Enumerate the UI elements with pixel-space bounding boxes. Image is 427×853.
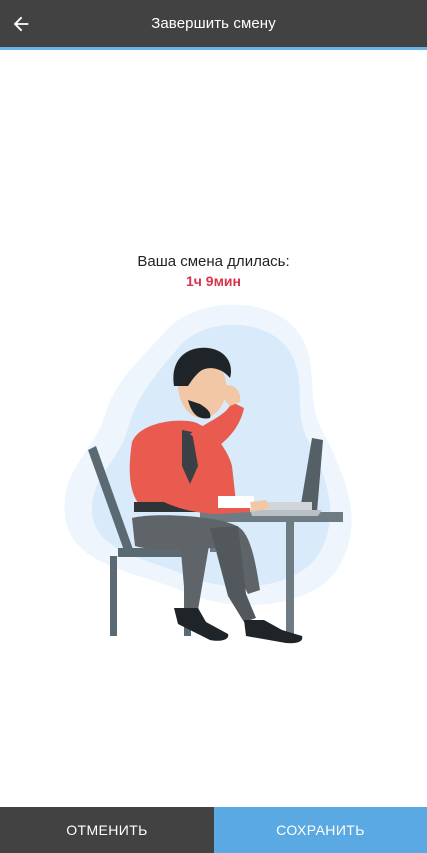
page-title: Завершить смену bbox=[151, 15, 276, 32]
main-content: Ваша смена длилась: 1ч 9мин bbox=[0, 50, 427, 807]
shift-duration-label: Ваша смена длилась: bbox=[137, 253, 290, 270]
shift-duration-value: 1ч 9мин bbox=[185, 273, 241, 289]
app-bar: Завершить смену bbox=[0, 0, 427, 47]
tired-man-at-laptop-illustration bbox=[64, 304, 352, 644]
cancel-button[interactable]: ОТМЕНИТЬ bbox=[0, 807, 214, 853]
save-button[interactable]: СОХРАНИТЬ bbox=[214, 807, 427, 853]
bottom-action-bar: ОТМЕНИТЬ СОХРАНИТЬ bbox=[0, 807, 427, 853]
